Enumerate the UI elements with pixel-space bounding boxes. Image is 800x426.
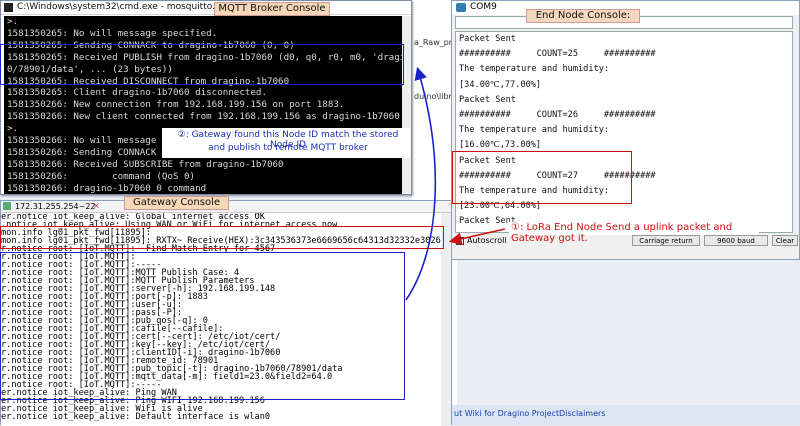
arrow-icon [448,228,506,246]
arrow-icon [405,66,437,301]
annotation-arrows [405,66,506,301]
